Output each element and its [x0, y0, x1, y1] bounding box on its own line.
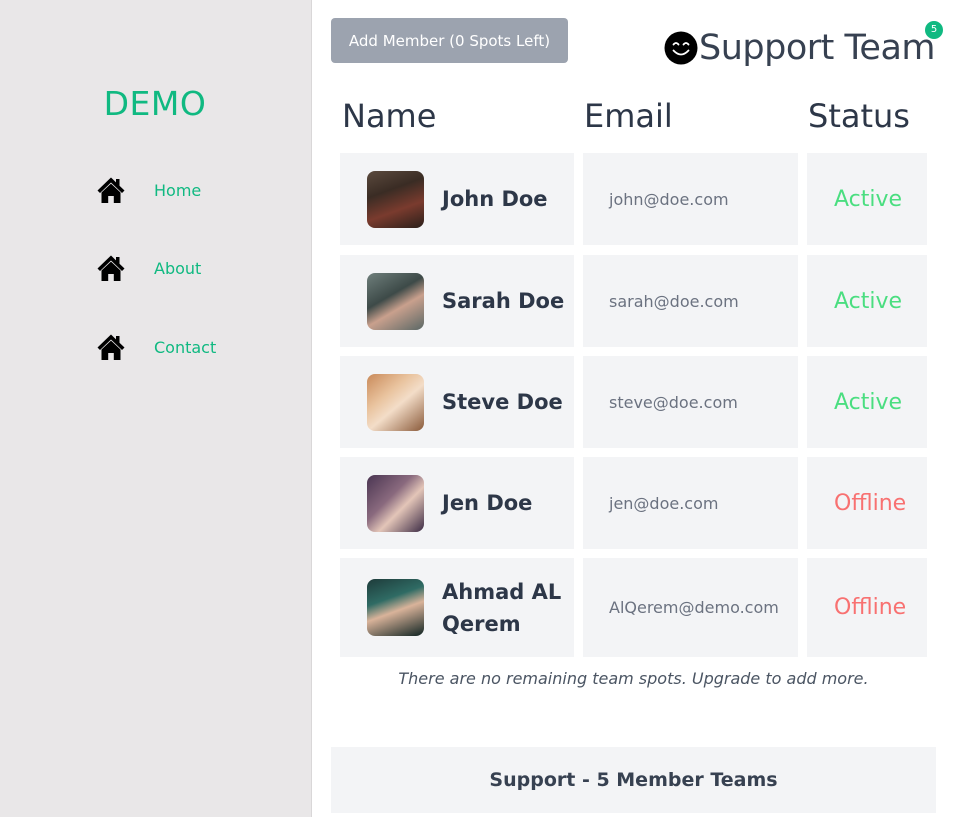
home-icon	[96, 253, 126, 283]
team-limit-notice: There are no remaining team spots. Upgra…	[398, 669, 869, 688]
nav-label-contact[interactable]: Contact	[154, 338, 216, 357]
avatar	[367, 170, 424, 228]
member-email-cell: jen@doe.com	[583, 457, 798, 549]
member-name: Steve Doe	[442, 390, 563, 414]
member-email: sarah@doe.com	[609, 291, 739, 311]
avatar	[367, 272, 424, 330]
member-status-cell: Offline	[807, 558, 927, 657]
nav-item-about[interactable]: About	[96, 252, 201, 284]
member-name-cell: Sarah Doe	[340, 255, 574, 347]
avatar	[367, 373, 424, 431]
member-name-cell: Ahmad AL Qerem	[340, 558, 574, 657]
member-email: john@doe.com	[609, 189, 729, 209]
member-name-cell: Steve Doe	[340, 356, 574, 448]
team-name: Support Team	[699, 28, 936, 68]
member-status-cell: Active	[807, 153, 927, 245]
home-icon	[96, 175, 126, 205]
add-member-button[interactable]: Add Member (0 Spots Left)	[331, 18, 568, 63]
member-status-cell: Active	[807, 255, 927, 347]
member-name: Ahmad AL Qerem	[442, 579, 562, 636]
member-status-cell: Offline	[807, 457, 927, 549]
status-label: Active	[834, 389, 903, 415]
member-status-cell: Active	[807, 356, 927, 448]
team-title: Support Team 5	[664, 21, 943, 70]
column-header-email: Email	[584, 97, 673, 135]
member-email-cell: steve@doe.com	[583, 356, 798, 448]
column-header-name: Name	[342, 97, 437, 135]
status-label: Active	[834, 288, 903, 314]
status-label: Offline	[834, 595, 907, 620]
avatar	[367, 579, 424, 636]
member-count-badge: 5	[925, 21, 943, 39]
smiley-icon	[664, 31, 698, 65]
member-name-cell: Jen Doe	[340, 457, 574, 549]
plan-label: Support - 5 Member Teams	[489, 769, 778, 791]
member-email: jen@doe.com	[609, 493, 719, 513]
member-email: steve@doe.com	[609, 392, 738, 412]
home-icon	[96, 332, 126, 362]
nav-item-home[interactable]: Home	[96, 174, 201, 206]
member-name: John Doe	[442, 187, 548, 211]
member-email-cell: sarah@doe.com	[583, 255, 798, 347]
column-header-status: Status	[808, 97, 910, 135]
app-logo: DEMO	[103, 84, 207, 123]
main-content: Add Member (0 Spots Left) Support Team 5…	[312, 0, 953, 817]
status-label: Active	[834, 186, 903, 212]
nav-label-about[interactable]: About	[154, 259, 201, 278]
member-name: Sarah Doe	[442, 289, 565, 313]
status-label: Offline	[834, 490, 907, 516]
member-name: Jen Doe	[442, 491, 533, 515]
member-email: AlQerem@demo.com	[609, 598, 779, 617]
nav-label-home[interactable]: Home	[154, 181, 201, 200]
sidebar: DEMO Home About Contact	[0, 0, 312, 817]
plan-footer: Support - 5 Member Teams	[331, 747, 936, 813]
member-name-cell: John Doe	[340, 153, 574, 245]
avatar	[367, 474, 424, 532]
member-email-cell: john@doe.com	[583, 153, 798, 245]
member-email-cell: AlQerem@demo.com	[583, 558, 798, 657]
nav-item-contact[interactable]: Contact	[96, 331, 216, 363]
